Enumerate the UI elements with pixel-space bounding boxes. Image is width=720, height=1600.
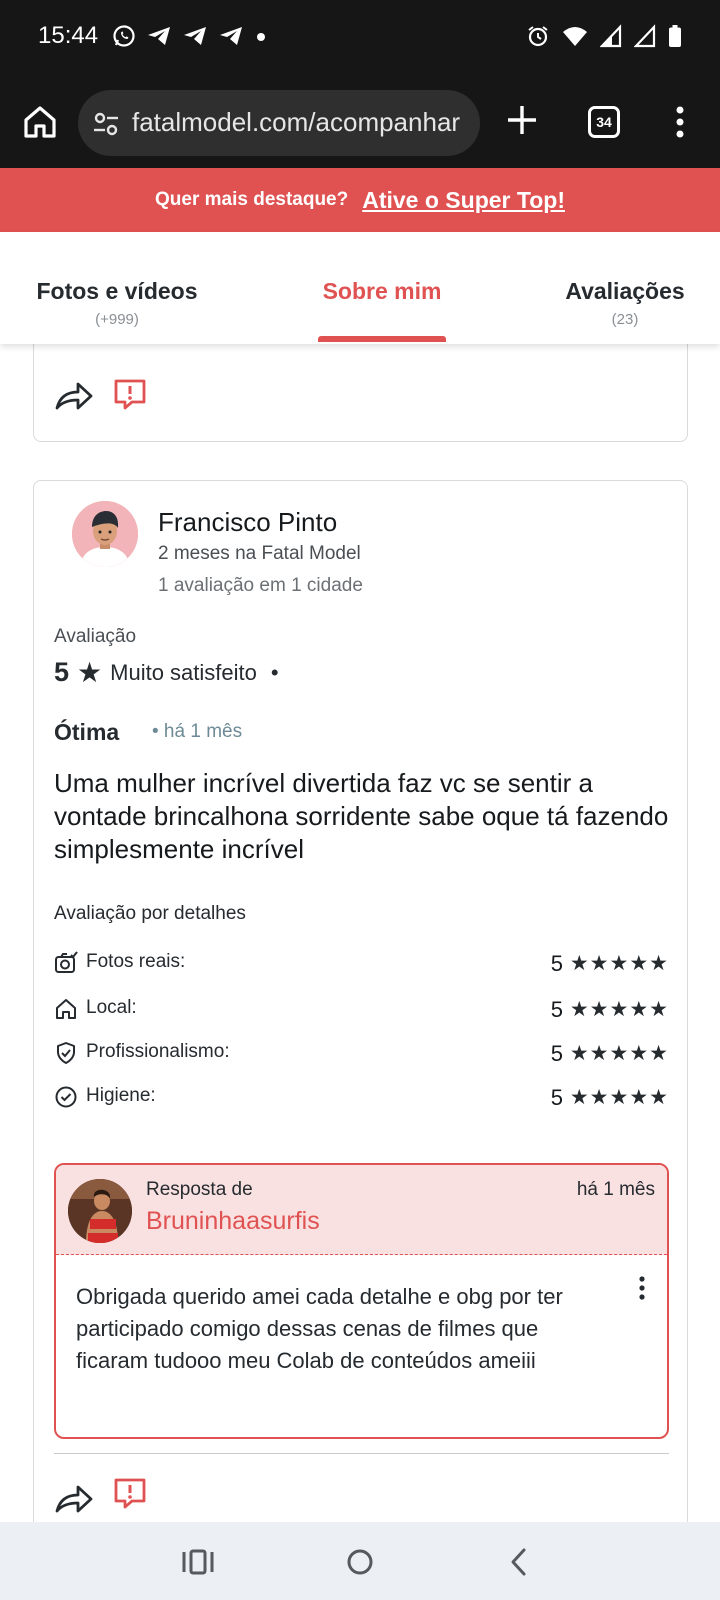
tab-count: (23) [611, 311, 639, 328]
status-time: 15:44 [38, 22, 99, 49]
recent-apps-icon[interactable] [180, 1544, 216, 1580]
detail-row-fotos-reais: Fotos reais: 5 ★★★★★ [54, 949, 669, 983]
whatsapp-icon [113, 25, 135, 47]
star-icon: ★ [77, 656, 103, 688]
status-bar: 15:44 [0, 0, 720, 80]
detail-score: 5 [550, 951, 563, 976]
alarm-icon [528, 26, 548, 47]
wifi-icon [563, 27, 587, 46]
check-circle-icon [55, 1086, 77, 1108]
rating-text: Muito satisfeito [110, 659, 257, 685]
rating-score: 5 [54, 657, 70, 687]
tab-reviews[interactable]: Avaliações (23) [560, 278, 690, 328]
detail-score: 5 [550, 1085, 563, 1110]
tab-label: Sobre mim [322, 278, 442, 304]
profile-tabs: Fotos e vídeos (+999) Sobre mim Avaliaçõ… [0, 232, 720, 344]
detail-row-higiene: Higiene: 5 ★★★★★ [54, 1083, 669, 1117]
notification-icons [112, 24, 268, 48]
more-vert-icon[interactable] [637, 1275, 647, 1301]
separator-dot: • [270, 659, 279, 685]
star-rating: ★★★★★ [569, 952, 669, 975]
super-top-link[interactable]: Ative o Super Top! [362, 187, 565, 214]
telegram-icon [148, 27, 170, 45]
battery-icon [669, 25, 681, 47]
detail-row-profissionalismo: Profissionalismo: 5 ★★★★★ [54, 1039, 669, 1073]
tab-count: 34 [596, 114, 612, 130]
camera-check-icon [55, 951, 78, 973]
star-rating: ★★★★★ [569, 1086, 669, 1109]
reply-author-avatar[interactable] [68, 1179, 132, 1243]
detail-row-local: Local: 5 ★★★★★ [54, 995, 669, 1029]
reviewer-tenure: 2 meses na Fatal Model [158, 543, 361, 564]
system-navigation-bar [0, 1522, 720, 1600]
rating-label: Avaliação [54, 626, 137, 647]
report-icon[interactable] [112, 1475, 148, 1511]
new-tab-icon[interactable] [502, 100, 542, 140]
detail-score: 5 [550, 997, 563, 1022]
reply-from-label: Resposta de [146, 1179, 253, 1200]
more-notifications-dot-icon [257, 33, 265, 41]
promo-banner: Quer mais destaque? Ative o Super Top! [0, 168, 720, 232]
reply-body: Obrigada querido amei cada detalhe e obg… [76, 1284, 563, 1373]
star-rating: ★★★★★ [569, 1042, 669, 1065]
promo-text: Quer mais destaque? [155, 189, 349, 210]
detail-name: Profissionalismo: [86, 1041, 230, 1062]
tab-count: (+999) [95, 311, 139, 328]
url-text[interactable]: fatalmodel.com/acompanhar [132, 107, 472, 138]
tab-photos-videos[interactable]: Fotos e vídeos (+999) [32, 278, 202, 328]
reply-time: há 1 mês [576, 1179, 655, 1200]
detail-score: 5 [550, 1041, 563, 1066]
share-icon[interactable] [54, 378, 94, 412]
reviewer-review-count: 1 avaliação em 1 cidade [158, 575, 363, 596]
tab-label: Avaliações [565, 278, 685, 304]
telegram-icon [184, 27, 206, 45]
share-icon[interactable] [54, 1481, 94, 1515]
telegram-icon [220, 27, 242, 45]
reviewer-name[interactable]: Francisco Pinto [158, 507, 337, 538]
review-time: • há 1 mês [152, 721, 243, 742]
home-circle-icon[interactable] [342, 1544, 378, 1580]
address-bar[interactable]: fatalmodel.com/acompanhar [78, 90, 480, 156]
tab-switcher-button[interactable]: 34 [588, 106, 620, 138]
review-title: Ótima [54, 719, 120, 745]
review-body: Uma mulher incrível divertida faz vc se … [54, 768, 669, 864]
site-settings-icon[interactable] [92, 110, 120, 138]
browser-toolbar: fatalmodel.com/acompanhar 34 [0, 80, 720, 168]
shield-check-icon [57, 1042, 75, 1064]
home-icon [56, 999, 76, 1019]
review-card: Francisco Pinto 2 meses na Fatal Model 1… [33, 480, 688, 1600]
reply-header: Resposta de Bruninhaasurfis há 1 mês [56, 1165, 667, 1255]
detail-name: Higiene: [86, 1085, 156, 1106]
overall-rating: 5 ★ Muito satisfeito • [54, 657, 279, 688]
active-tab-indicator [318, 336, 446, 342]
detail-name: Local: [86, 997, 137, 1018]
tab-about-me[interactable]: Sobre mim [312, 278, 452, 305]
divider [54, 1453, 669, 1454]
more-vert-icon[interactable] [668, 102, 692, 142]
system-icons [526, 24, 682, 48]
report-icon[interactable] [112, 376, 148, 412]
signal-icon [634, 24, 656, 48]
reply-author-name[interactable]: Bruninhaasurfis [146, 1207, 320, 1236]
tab-label: Fotos e vídeos [36, 278, 198, 304]
reviewer-avatar[interactable] [72, 501, 138, 567]
star-rating: ★★★★★ [569, 998, 669, 1021]
detail-name: Fotos reais: [86, 951, 186, 972]
details-label: Avaliação por detalhes [54, 903, 246, 924]
back-icon[interactable] [502, 1544, 538, 1580]
home-icon[interactable] [20, 102, 60, 142]
owner-reply: Resposta de Bruninhaasurfis há 1 mês Obr… [54, 1163, 669, 1439]
signal-icon [600, 24, 622, 48]
